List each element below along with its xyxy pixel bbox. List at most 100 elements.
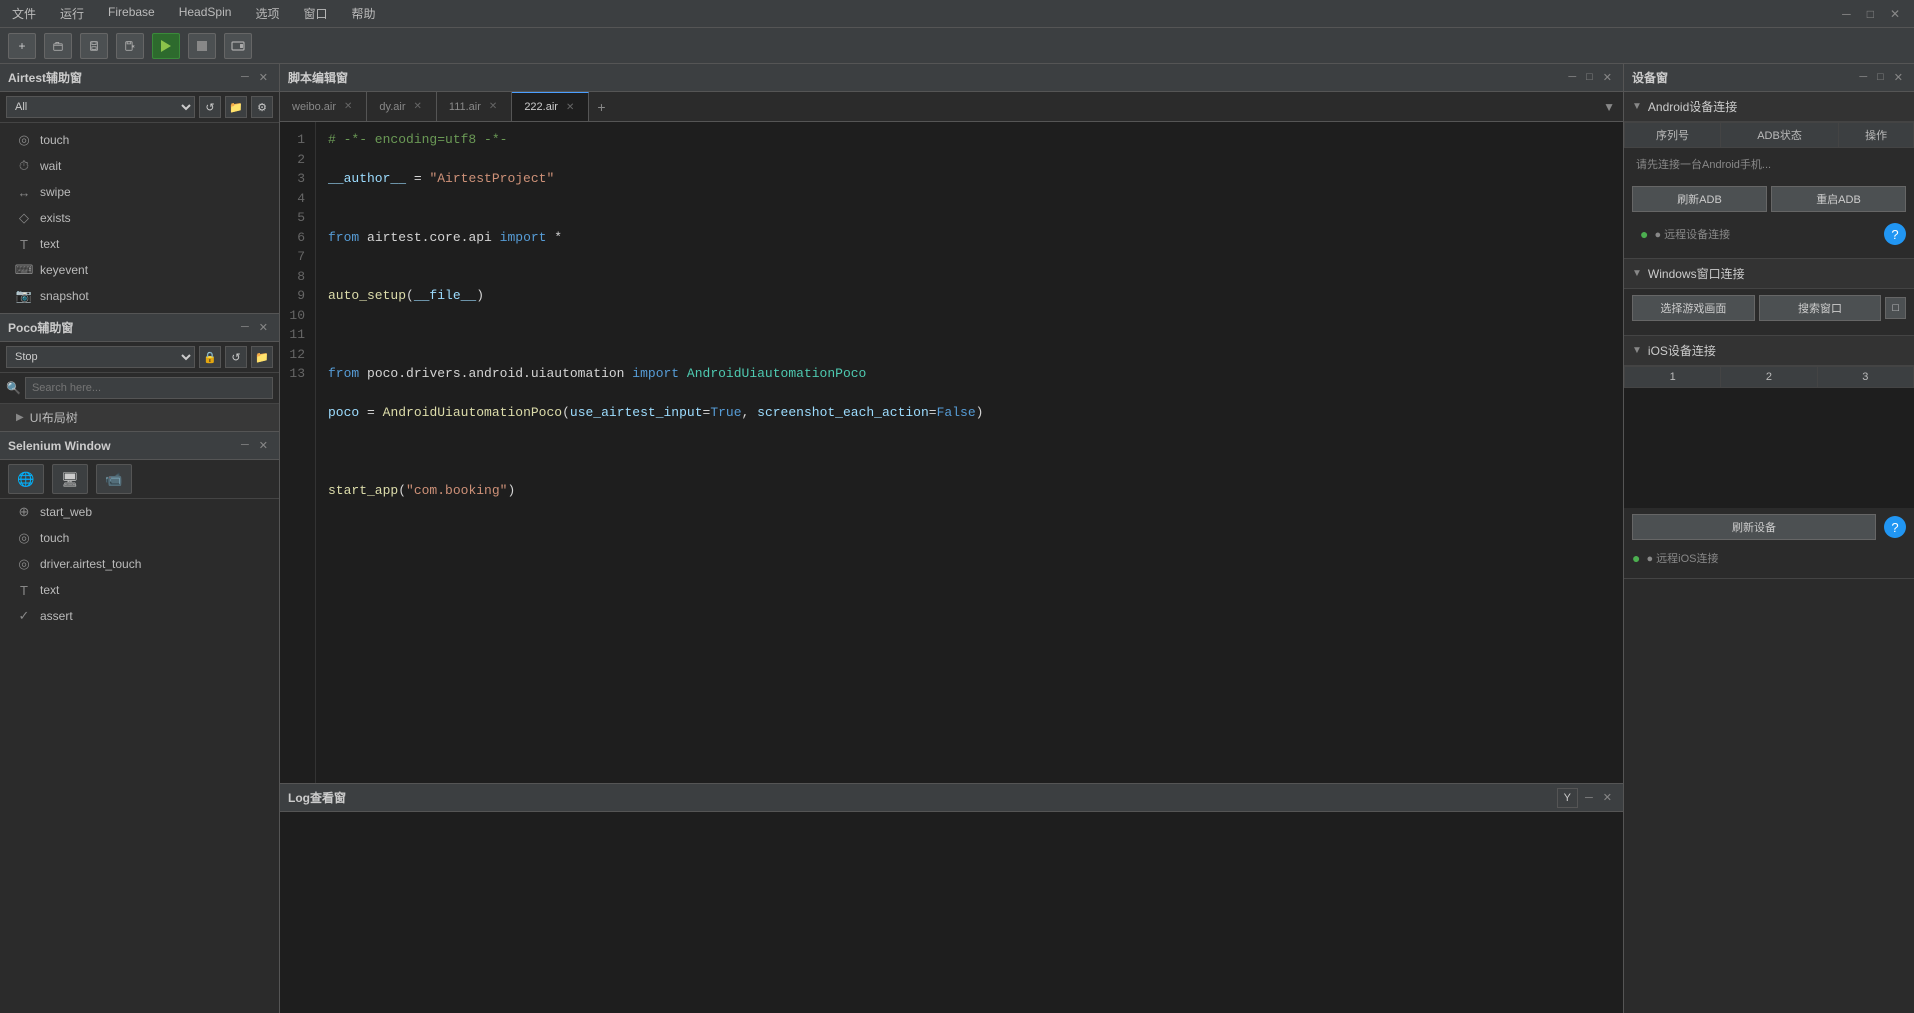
poco-close-icon[interactable]: ✕ — [256, 320, 271, 335]
tab-222[interactable]: 222.air ✕ — [512, 92, 589, 121]
maximize-icon[interactable]: □ — [1861, 5, 1880, 23]
android-remote-label-row: ● ● 远程设备连接 — [1632, 222, 1738, 246]
selenium-item-driver-touch[interactable]: ◎ driver.airtest_touch — [0, 551, 279, 577]
menu-options[interactable]: 选项 — [251, 3, 283, 24]
poco-panel-icons: ─ ✕ — [238, 320, 271, 335]
save-button[interactable] — [80, 33, 108, 59]
poco-folder-icon[interactable]: 📁 — [251, 346, 273, 368]
selenium-icons-row: 🌐 🖥 📹 — [0, 460, 279, 499]
menu-file[interactable]: 文件 — [8, 3, 40, 24]
menu-help[interactable]: 帮助 — [347, 3, 379, 24]
ios-section: ▼ iOS设备连接 1 2 3 刷新设备 ? ● — [1624, 336, 1914, 579]
windows-section-title: Windows窗口连接 — [1648, 265, 1745, 282]
list-item-touch[interactable]: ◎ touch — [0, 127, 279, 153]
ios-help-button[interactable]: ? — [1884, 516, 1906, 538]
editor-minimize-icon[interactable]: ─ — [1565, 70, 1579, 85]
list-item-wait[interactable]: ⏱ wait — [0, 153, 279, 179]
menu-run[interactable]: 运行 — [56, 3, 88, 24]
android-section: ▼ Android设备连接 序列号 ADB状态 操作 请先连接一台Android… — [1624, 92, 1914, 259]
airtest-folder-icon[interactable]: 📁 — [225, 96, 247, 118]
menu-window[interactable]: 窗口 — [299, 3, 331, 24]
poco-tree-ui-item[interactable]: ▶ UI布局树 — [0, 404, 279, 431]
airtest-minimize-icon[interactable]: ─ — [238, 70, 252, 85]
selenium-globe-button[interactable]: 🌐 — [8, 464, 44, 494]
tab-dy[interactable]: dy.air ✕ — [367, 92, 436, 121]
airtest-panel-header: Airtest辅助窗 ─ ✕ — [0, 64, 279, 92]
selenium-item-text[interactable]: T text — [0, 577, 279, 603]
editor-maximize-icon[interactable]: □ — [1583, 70, 1596, 85]
log-close-icon[interactable]: ✕ — [1600, 790, 1615, 805]
menu-headspin[interactable]: HeadSpin — [175, 3, 236, 24]
device-maximize-icon[interactable]: □ — [1874, 70, 1887, 85]
selenium-item-assert[interactable]: ✓ assert — [0, 603, 279, 629]
tab-111-close[interactable]: ✕ — [487, 101, 499, 112]
tab-111[interactable]: 111.air ✕ — [437, 92, 512, 121]
windows-search-button[interactable]: 搜索窗口 — [1759, 295, 1882, 321]
log-filter-button[interactable]: Y — [1557, 788, 1578, 808]
selenium-monitor-button[interactable]: 🖥 — [52, 464, 88, 494]
tab-dy-close[interactable]: ✕ — [412, 101, 424, 112]
code-editor-area[interactable]: 12345 678910 111213 # -*- encoding=utf8 … — [280, 122, 1623, 783]
poco-search-input[interactable] — [25, 377, 273, 399]
airtest-settings-icon[interactable]: ⚙ — [251, 96, 273, 118]
airtest-close-icon[interactable]: ✕ — [256, 70, 271, 85]
poco-minimize-icon[interactable]: ─ — [238, 320, 252, 335]
list-item-swipe[interactable]: ↔ swipe — [0, 179, 279, 205]
stop-button[interactable] — [188, 33, 216, 59]
record-button[interactable] — [224, 33, 252, 59]
android-reset-adb-button[interactable]: 重启ADB — [1771, 186, 1906, 212]
selenium-item-touch[interactable]: ◎ touch — [0, 525, 279, 551]
device-minimize-icon[interactable]: ─ — [1856, 70, 1870, 85]
tab-add-button[interactable]: + — [589, 95, 613, 119]
toolbar: + — [0, 28, 1914, 64]
poco-mode-select[interactable]: Stop — [6, 346, 195, 368]
editor-close-icon[interactable]: ✕ — [1600, 70, 1615, 85]
android-refresh-adb-button[interactable]: 刷新ADB — [1632, 186, 1767, 212]
driver-touch-label: driver.airtest_touch — [40, 557, 141, 571]
save-as-button[interactable] — [116, 33, 144, 59]
android-collapse-icon[interactable]: ▼ — [1632, 101, 1642, 112]
airtest-filter-select[interactable]: All — [6, 96, 195, 118]
list-item-exists[interactable]: ◇ exists — [0, 205, 279, 231]
list-item-keyevent[interactable]: ⌨ keyevent — [0, 257, 279, 283]
device-header-icons: ─ □ ✕ — [1856, 70, 1906, 85]
android-help-button[interactable]: ? — [1884, 223, 1906, 245]
tab-weibo-close[interactable]: ✕ — [342, 101, 354, 112]
selenium-close-icon[interactable]: ✕ — [256, 438, 271, 453]
android-device-table: 序列号 ADB状态 操作 — [1624, 122, 1914, 148]
log-minimize-icon[interactable]: ─ — [1582, 791, 1596, 805]
device-close-icon[interactable]: ✕ — [1891, 70, 1906, 85]
list-item-snapshot[interactable]: 📷 snapshot — [0, 283, 279, 309]
poco-lock-icon[interactable]: 🔒 — [199, 346, 221, 368]
open-file-button[interactable] — [44, 33, 72, 59]
start-web-icon: ⊕ — [16, 504, 32, 520]
keyevent-label: keyevent — [40, 263, 88, 277]
selenium-camera-button[interactable]: 📹 — [96, 464, 132, 494]
minimize-icon[interactable]: ─ — [1836, 5, 1857, 23]
right-panel: 设备窗 ─ □ ✕ ▼ Android设备连接 序列号 ADB状态 操作 — [1624, 64, 1914, 1013]
tab-222-close[interactable]: ✕ — [564, 102, 576, 113]
list-item-text-airtest[interactable]: T text — [0, 231, 279, 257]
device-panel-header: 设备窗 ─ □ ✕ — [1624, 64, 1914, 92]
selenium-item-start-web[interactable]: ⊕ start_web — [0, 499, 279, 525]
tab-menu-button[interactable]: ▼ — [1595, 96, 1623, 118]
code-content[interactable]: # -*- encoding=utf8 -*- __author__ = "Ai… — [316, 122, 1623, 783]
run-button[interactable] — [152, 33, 180, 59]
swipe-label: swipe — [40, 185, 71, 199]
airtest-refresh-icon[interactable]: ↺ — [199, 96, 221, 118]
selenium-minimize-icon[interactable]: ─ — [238, 438, 252, 453]
close-icon[interactable]: ✕ — [1884, 5, 1906, 23]
menu-firebase[interactable]: Firebase — [104, 3, 159, 24]
ios-section-header: ▼ iOS设备连接 — [1624, 336, 1914, 366]
ios-collapse-icon[interactable]: ▼ — [1632, 345, 1642, 356]
windows-game-button[interactable]: 选择游戏画面 — [1632, 295, 1755, 321]
windows-mini-button[interactable]: □ — [1885, 297, 1906, 319]
windows-collapse-icon[interactable]: ▼ — [1632, 268, 1642, 279]
ios-refresh-button[interactable]: 刷新设备 — [1632, 514, 1876, 540]
exists-label: exists — [40, 211, 71, 225]
tab-weibo[interactable]: weibo.air ✕ — [280, 92, 367, 121]
poco-refresh-icon[interactable]: ↺ — [225, 346, 247, 368]
tab-111-label: 111.air — [449, 101, 481, 113]
new-file-button[interactable]: + — [8, 33, 36, 59]
poco-panel-title: Poco辅助窗 — [8, 319, 73, 336]
